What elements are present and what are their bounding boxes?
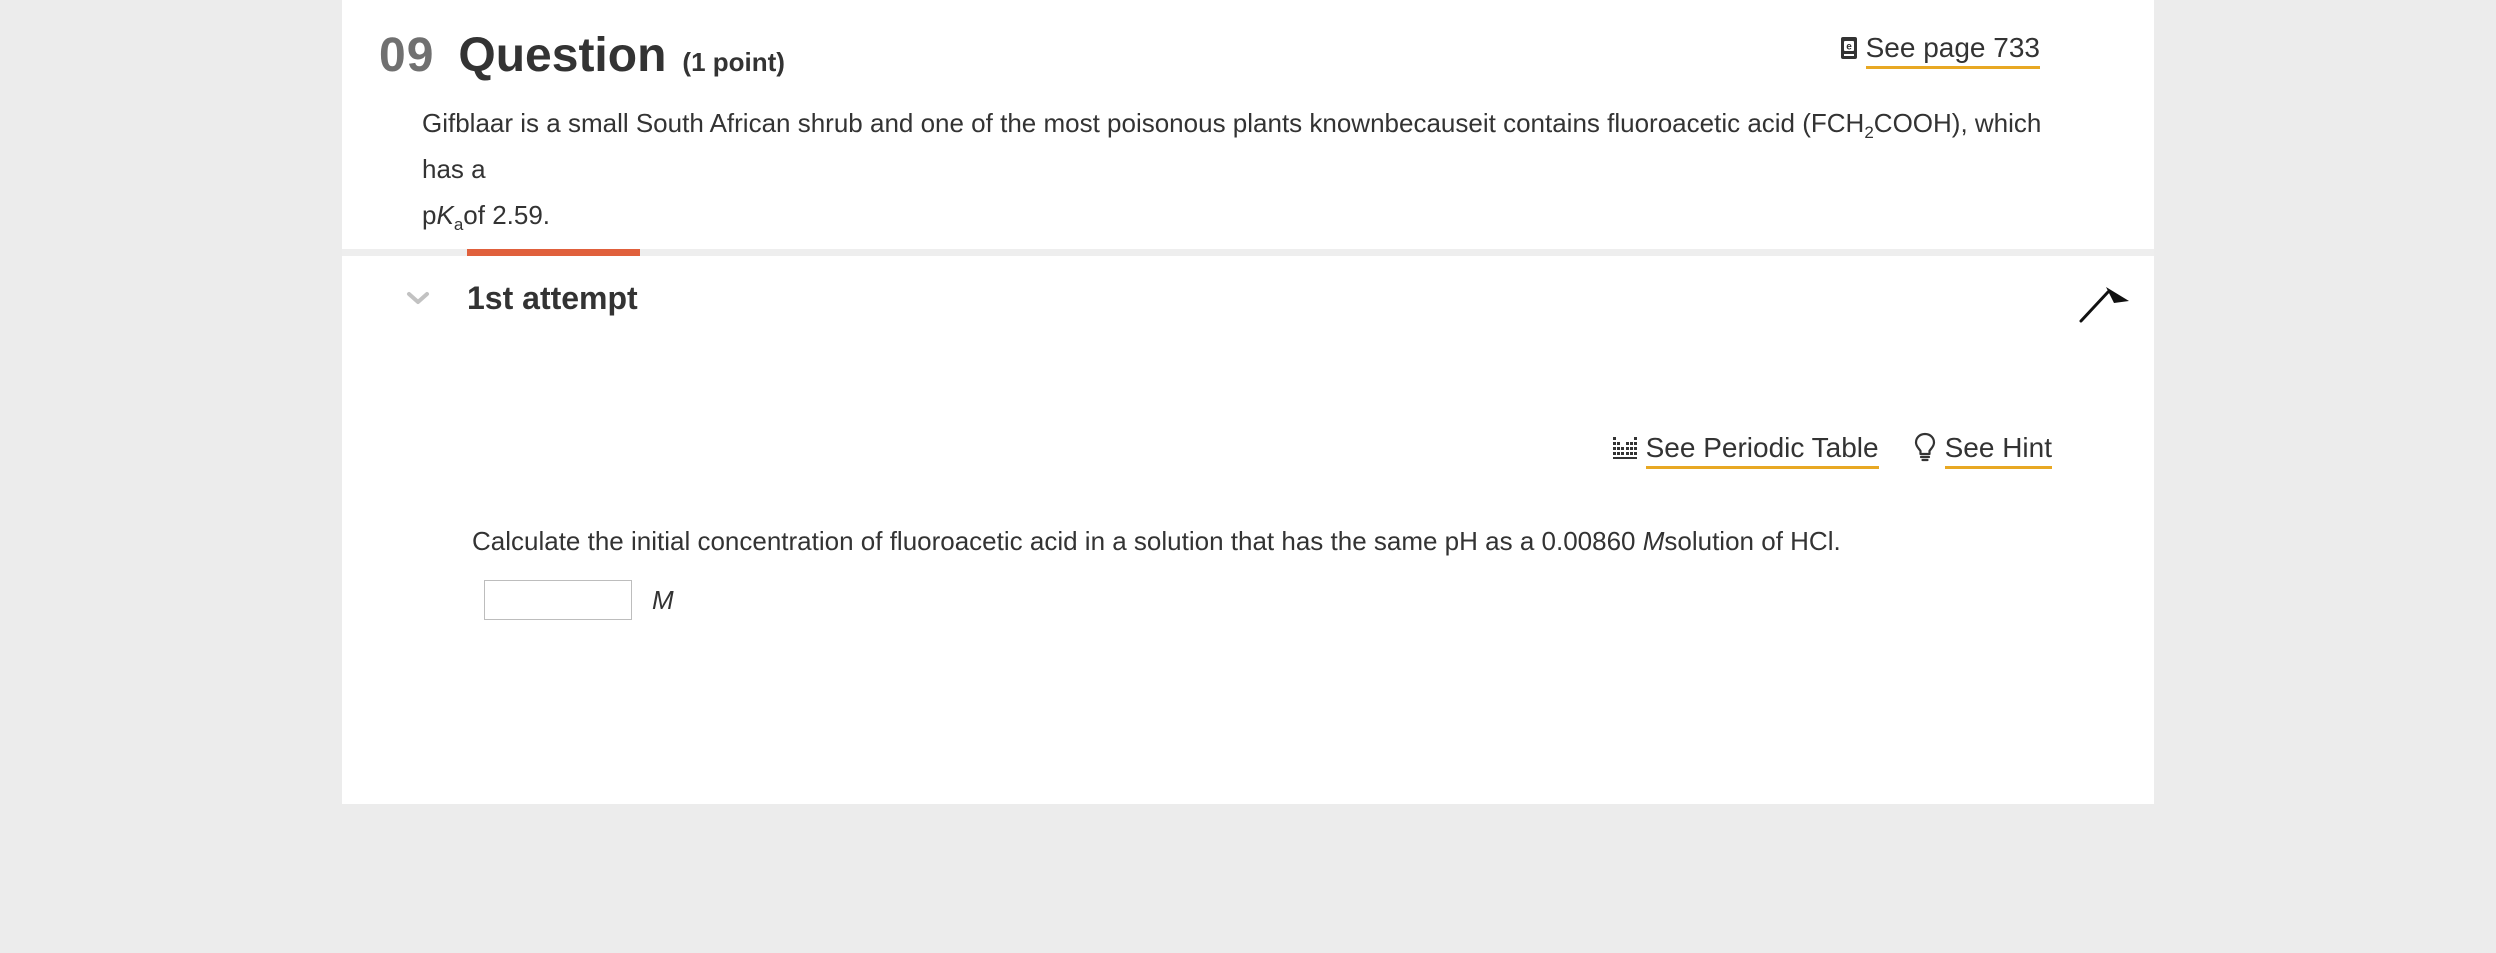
prompt-unit: M bbox=[1642, 526, 1665, 556]
attempt-section: 1st attempt See Periodic Table See Hint … bbox=[342, 256, 2154, 804]
svg-text:e: e bbox=[1846, 41, 1852, 52]
answer-row: M bbox=[484, 580, 674, 620]
see-hint-link[interactable]: See Hint bbox=[1913, 432, 2052, 469]
question-number: 09 bbox=[379, 29, 435, 82]
pka-k: K bbox=[436, 200, 454, 230]
question-points: (1 point) bbox=[682, 47, 785, 77]
prompt-text-part1: Calculate the initial concentration of f… bbox=[472, 526, 1643, 556]
see-page-link[interactable]: e See page 733 bbox=[1840, 32, 2040, 69]
answer-input[interactable] bbox=[484, 580, 632, 620]
pka-p: p bbox=[422, 200, 437, 230]
see-page-label[interactable]: See page 733 bbox=[1865, 32, 2040, 69]
answer-unit: M bbox=[652, 584, 674, 615]
question-text-part3: of 2.59. bbox=[463, 200, 551, 230]
lightbulb-icon bbox=[1913, 432, 1937, 469]
arrow-up-icon[interactable] bbox=[2078, 282, 2134, 324]
question-section: 09 Question (1 point) e See page 733 Gif… bbox=[342, 0, 2154, 249]
question-header: 09 Question (1 point) bbox=[379, 28, 785, 83]
chevron-down-icon[interactable] bbox=[402, 286, 434, 310]
attempt-title: 1st attempt bbox=[467, 280, 638, 316]
formula-subscript: 2 bbox=[1864, 123, 1874, 143]
periodic-table-icon bbox=[1612, 434, 1638, 467]
pka-subscript: a bbox=[453, 215, 464, 235]
question-text-part1: Gifblaar is a small South African shrub … bbox=[422, 108, 1865, 138]
tool-links: See Periodic Table See Hint bbox=[1612, 432, 2052, 469]
see-hint-label[interactable]: See Hint bbox=[1944, 432, 2052, 469]
question-title: Question bbox=[458, 29, 667, 82]
see-periodic-table-link[interactable]: See Periodic Table bbox=[1612, 432, 1879, 469]
see-periodic-table-label[interactable]: See Periodic Table bbox=[1645, 432, 1879, 469]
question-prompt: Calculate the initial concentration of f… bbox=[472, 526, 1841, 557]
question-body: Gifblaar is a small South African shrub … bbox=[422, 100, 2062, 238]
question-card: 09 Question (1 point) e See page 733 Gif… bbox=[342, 0, 2154, 804]
ebook-icon: e bbox=[1840, 35, 1858, 67]
prompt-text-part2: solution of HCl. bbox=[1664, 526, 1841, 556]
attempt-divider bbox=[342, 249, 2154, 256]
attempt-tab-indicator bbox=[467, 249, 640, 256]
